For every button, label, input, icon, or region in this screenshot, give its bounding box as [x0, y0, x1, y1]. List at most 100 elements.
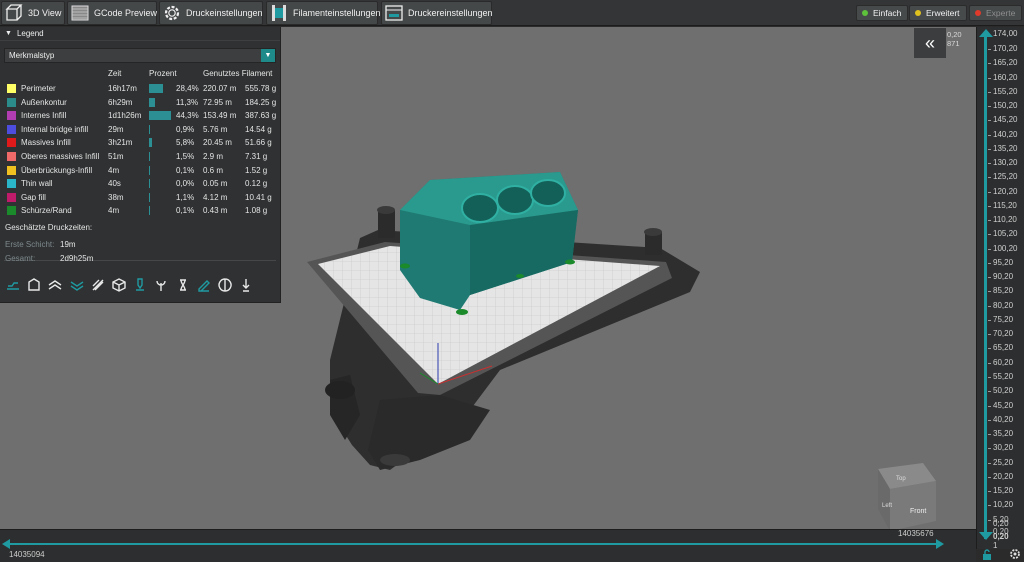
layer-bottom-value: 0,20 — [993, 532, 1009, 541]
feature-type-select[interactable]: Merkmalstyp ▼ — [4, 48, 276, 63]
layer-tick-mark — [988, 248, 991, 250]
layer-slider-lower-thumb[interactable] — [979, 532, 993, 540]
tab-filament-settings-label: Filamenteinstellungen — [293, 8, 381, 18]
legend-weight: 555.78 g — [245, 84, 277, 93]
shells-icon[interactable] — [26, 277, 42, 293]
tab-printer-settings[interactable]: Druckereinstellungen — [381, 1, 493, 25]
layer-slider-track[interactable] — [984, 33, 987, 539]
feature-type-value: Merkmalstyp — [9, 51, 55, 60]
layers-up-icon[interactable] — [47, 277, 63, 293]
layer-tick-label: 65,20 — [993, 343, 1014, 353]
layers-icon — [71, 5, 89, 21]
move-slider-track[interactable] — [8, 543, 938, 545]
legend-row[interactable]: Außenkontur 6h29m 11,3% 72.95 m 184.25 g — [0, 96, 281, 110]
legend-time: 6h29m — [108, 97, 133, 107]
cube-icon — [5, 4, 23, 21]
printer-icon — [385, 5, 403, 21]
lock-icon[interactable] — [982, 549, 992, 560]
view-cube-left-label: Left — [882, 503, 892, 509]
legend-header[interactable]: ▼ Legend — [0, 27, 280, 41]
legend-time: 16h17m — [108, 84, 137, 93]
seam-icon[interactable] — [217, 277, 233, 293]
tab-filament-settings[interactable]: Filamenteinstellungen — [266, 1, 381, 25]
move-slider-left-thumb[interactable] — [2, 539, 10, 549]
layer-tick-label: 110,20 — [993, 215, 1017, 225]
layer-tick-mark — [988, 148, 991, 150]
tab-print-settings[interactable]: Druckeinstellungen — [159, 1, 263, 25]
pause-icon[interactable] — [175, 277, 191, 293]
legend-percent: 5,8% — [176, 138, 195, 148]
layer-tick-mark — [988, 134, 991, 136]
layer-top-value: 174,00 — [993, 29, 1018, 38]
wipe-icon[interactable] — [90, 277, 106, 293]
legend-tool-icons — [5, 277, 259, 293]
view-cube[interactable]: Top Front Left — [868, 459, 938, 529]
custom-gcode-icon[interactable] — [196, 277, 212, 293]
color-change-icon[interactable] — [153, 277, 169, 293]
legend-percent: 1,5% — [176, 152, 195, 161]
move-slider[interactable] — [0, 529, 976, 562]
layer-tick-label: 130,20 — [993, 158, 1018, 168]
tab-gcode-preview[interactable]: GCode Preview — [67, 1, 157, 25]
layer-tick-mark — [988, 291, 991, 293]
legend-row[interactable]: Internes Infill 1d1h26m 44,3% 153.49 m 387.6… — [0, 109, 281, 123]
layer-tick-mark — [988, 205, 991, 207]
layer-slider-upper-thumb[interactable] — [979, 29, 993, 37]
layer-tick-label: 140,20 — [993, 129, 1018, 139]
collapse-triangle-icon: ▼ — [5, 30, 12, 37]
legend-percent-bar — [149, 192, 150, 202]
legend-color-swatch — [7, 138, 16, 148]
legend-row[interactable]: Gap fill 38m 1,1% 4.12 m 10.41 g — [0, 191, 281, 205]
layer-tick-mark — [988, 362, 991, 364]
legend-length: 220.07 m — [203, 84, 237, 93]
layer-height-readout: 0,20 — [947, 30, 962, 39]
cube-wireframe-icon[interactable] — [111, 277, 127, 293]
mode-advanced-dot — [915, 10, 921, 16]
first-layer-value: 19m — [60, 240, 76, 249]
layer-tick-label: 135,20 — [993, 143, 1018, 153]
layer-tick-mark — [988, 106, 991, 108]
tab-3d-view-label: 3D View — [28, 8, 62, 18]
mode-advanced-button[interactable]: Erweitert — [909, 5, 967, 21]
layer-tick-label: 75,20 — [993, 314, 1014, 324]
move-slider-right-thumb[interactable] — [936, 539, 944, 549]
legend-row[interactable]: Schürze/Rand 4m 0,1% 0.43 m 1.08 g — [0, 204, 281, 218]
mode-expert-button[interactable]: Experte — [969, 5, 1023, 21]
legend-time: 40s — [108, 179, 121, 189]
legend-color-swatch — [7, 165, 16, 175]
legend-color-swatch — [7, 124, 16, 134]
legend-row[interactable]: Perimeter 16h17m 28,4% 220.07 m 555.78 g — [0, 82, 281, 96]
legend-row[interactable]: Thin wall 40s 0,0% 0.05 m 0.12 g — [0, 177, 281, 191]
legend-feature-name: Thin wall — [21, 179, 53, 189]
mode-simple-button[interactable]: Einfach — [856, 5, 909, 21]
layer-tick-label: 90,20 — [993, 272, 1014, 282]
legend-time: 3h21m — [108, 138, 133, 148]
collapse-sidebar-button[interactable]: « — [914, 28, 946, 58]
layer-tick-label: 165,20 — [993, 58, 1018, 68]
legend-percent: 1,1% — [176, 192, 195, 202]
legend-length: 0.6 m — [203, 165, 224, 175]
layer-tick-mark — [988, 91, 991, 93]
layers-down-icon[interactable] — [69, 277, 85, 293]
layer-tick-mark — [988, 191, 991, 193]
legend-row[interactable]: Massives Infill 3h21m 5,8% 20.45 m 51.66 g — [0, 136, 281, 150]
layer-tick-label: 120,20 — [993, 186, 1018, 196]
settings-gear-icon[interactable] — [1009, 548, 1021, 560]
legend-feature-name: Gap fill — [21, 192, 46, 202]
tab-3d-view[interactable]: 3D View — [1, 1, 65, 25]
legend-row[interactable]: Oberes massives Infill 51m 1,5% 2.9 m 7.31 g — [0, 150, 281, 164]
legend-row[interactable]: Überbrückungs-Infill 4m 0,1% 0.6 m 1.52 g — [0, 164, 281, 178]
legend-percent: 44,3% — [176, 111, 199, 121]
legend-feature-name: Schürze/Rand — [21, 206, 72, 216]
mode-simple-label: Einfach — [873, 8, 902, 18]
legend-percent-bar — [149, 97, 155, 107]
retraction-icon[interactable] — [238, 277, 254, 293]
legend-feature-name: Internes Infill — [21, 111, 67, 121]
layer-tick-label: 55,20 — [993, 371, 1014, 381]
extruder-icon[interactable] — [132, 277, 148, 293]
legend-row[interactable]: Internal bridge infill 29m 0,9% 5.76 m 14.54… — [0, 123, 281, 137]
bed-icon[interactable] — [5, 277, 21, 293]
legend-time: 38m — [108, 192, 124, 202]
layer-tick-mark — [988, 505, 991, 507]
layer-tick-mark — [988, 448, 991, 450]
